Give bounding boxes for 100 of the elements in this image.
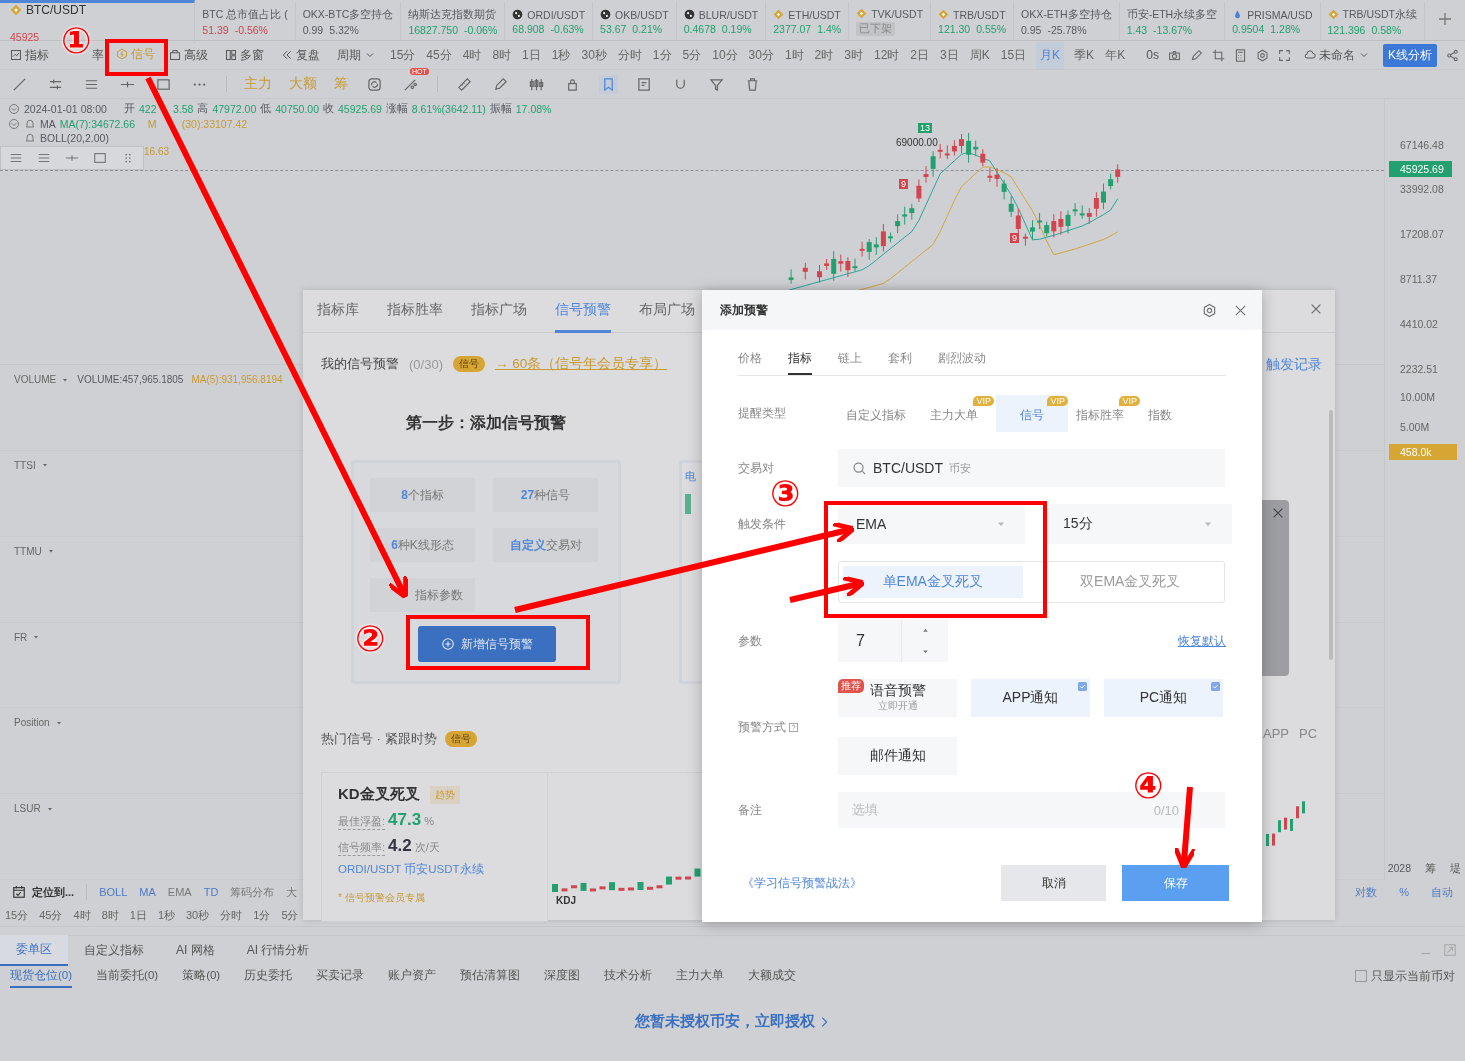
period-tab[interactable]: 15分 <box>389 44 417 66</box>
pencil-icon[interactable] <box>1190 48 1203 62</box>
period-tab[interactable]: 1日 <box>521 44 542 66</box>
panel-tab[interactable]: AI 行情分析 <box>230 935 326 965</box>
notify-option[interactable]: 推荐 语音预警 立即开通 <box>838 679 957 717</box>
period-tab[interactable]: 45分 <box>425 44 453 66</box>
indicator-selector[interactable]: TTMU <box>14 545 55 557</box>
panel-tab[interactable]: AI 网格 <box>160 935 231 965</box>
collapse-icon[interactable] <box>8 118 20 130</box>
orders-tab[interactable]: 策略(0) <box>182 964 221 988</box>
ticker-tab[interactable]: ORDI/USDT 68.908 -0.63% <box>505 0 594 40</box>
alert-category-tab[interactable]: 指标 <box>788 348 812 375</box>
trash-icon[interactable] <box>745 76 760 92</box>
period-tab[interactable]: 1分 <box>253 907 271 923</box>
indicator-toggle[interactable]: TD <box>203 886 219 898</box>
collapse-icon[interactable] <box>8 103 20 115</box>
alert-category-tab[interactable]: 价格 <box>738 348 762 375</box>
help-icon[interactable] <box>788 721 799 733</box>
pair-link[interactable]: ORDI/USDT 币安USDT永续 <box>338 862 484 877</box>
scale-option[interactable]: 自动 <box>1431 884 1453 900</box>
mode-option[interactable]: 双EMA金叉死叉 <box>1040 566 1220 598</box>
indicator-toggle[interactable]: 大 <box>286 884 298 900</box>
indicator-toggle[interactable]: BOLL <box>99 886 128 898</box>
close-icon[interactable] <box>1271 506 1285 520</box>
checkbox[interactable] <box>1355 970 1367 982</box>
ticker-tab[interactable]: PRISMA/USD 0.9504 1.28% <box>1225 0 1321 40</box>
period-tab[interactable]: 5分 <box>281 907 299 923</box>
alert-category-tab[interactable]: 套利 <box>888 348 912 375</box>
period-tab[interactable]: 1日 <box>129 907 147 923</box>
indicator-toggle[interactable]: 筹码分布 <box>230 884 275 900</box>
scrollbar[interactable] <box>1329 410 1333 660</box>
toolbar-button[interactable]: 周期 <box>333 46 380 64</box>
up-arrow-icon[interactable] <box>920 626 930 635</box>
indicator-toggle[interactable]: MA <box>139 886 156 898</box>
list-icon[interactable] <box>9 151 23 165</box>
candles-icon[interactable] <box>529 76 544 92</box>
panel-tab[interactable]: 指标库 <box>317 289 359 333</box>
bell-icon[interactable] <box>24 118 36 130</box>
kline-analysis-button[interactable]: K线分析 <box>1383 43 1437 67</box>
period-tab[interactable]: 12时 <box>873 44 901 66</box>
refresh-icon[interactable] <box>367 76 382 92</box>
alert-type-option[interactable]: 指数 <box>1142 395 1188 432</box>
period-tab[interactable]: 15日 <box>999 44 1028 66</box>
period-tab[interactable]: 1分 <box>651 44 673 66</box>
period-tab[interactable]: 4时 <box>461 44 483 66</box>
notify-option[interactable]: APP通知 <box>971 679 1090 717</box>
period-tab[interactable]: 周K <box>968 44 991 66</box>
camera-icon[interactable] <box>1168 48 1181 62</box>
rectangle-icon[interactable] <box>93 151 107 165</box>
period-tab[interactable]: 4时 <box>73 907 91 923</box>
filter-icon[interactable] <box>709 76 724 92</box>
trigger-log-link[interactable]: 触发记录 <box>1266 356 1322 374</box>
indicator-selector[interactable]: Position <box>14 717 63 729</box>
list-icon[interactable] <box>37 151 51 165</box>
alert-category-tab[interactable]: 剧烈波动 <box>938 348 986 375</box>
bookmark-icon[interactable] <box>601 76 616 92</box>
period-tab[interactable]: 45分 <box>39 907 63 923</box>
calculator-icon[interactable] <box>1234 48 1247 62</box>
learn-link[interactable]: 《学习信号预警战法》 <box>742 874 862 892</box>
ticker-tab[interactable]: ETH/USDT 2377.07 1.4% <box>766 0 850 40</box>
orders-tab[interactable]: 主力大单 <box>676 964 725 988</box>
panel-tab[interactable]: 指标广场 <box>471 289 527 333</box>
period-tab[interactable]: 30秒 <box>580 44 608 66</box>
panel-tab[interactable]: 指标胜率 <box>387 289 443 333</box>
signal-card[interactable]: KD金叉死叉 趋势 最佳浮盈: 47.3 % 信号频率: 4.2 次/天 ORDI/USDT 币安USDT永续 * 信号预警会员专属 <box>321 772 547 922</box>
ticker-tab[interactable]: BTC 总市值占比 ( 51.39 -0.56% <box>195 0 296 40</box>
panel-tab[interactable]: 自定义指标 <box>68 935 160 965</box>
toolbar-button[interactable]: 指标 <box>6 46 53 64</box>
pen-icon[interactable] <box>493 76 508 92</box>
period-tab[interactable]: 分时 <box>220 907 243 923</box>
indicator-selector[interactable]: LSUR <box>14 803 54 815</box>
ticker-tab[interactable]: TRB/USDT 121.30 0.55% <box>931 0 1014 40</box>
period-tab[interactable]: 年K <box>1104 44 1127 66</box>
axis-tool-button[interactable]: 筹 <box>1425 862 1436 876</box>
period-tab[interactable]: 15分 <box>5 907 29 923</box>
ticker-tab[interactable]: 纳斯达克指数期货 16827.750 -0.06% <box>401 0 506 40</box>
indicator-selector[interactable]: VOLUME <box>14 374 70 386</box>
layout-dropdown[interactable]: 未命名 <box>1300 46 1374 64</box>
period-tab[interactable]: 1秒 <box>157 907 175 923</box>
period-tab[interactable]: 8时 <box>101 907 119 923</box>
mode-option[interactable]: 单EMA金叉死叉 <box>843 566 1023 598</box>
period-tab[interactable]: 30分 <box>747 44 775 66</box>
notify-option[interactable]: PC通知 <box>1104 679 1223 717</box>
indicator-selector[interactable]: TTSI <box>14 459 49 471</box>
lock-icon[interactable] <box>565 76 580 92</box>
orders-tab[interactable]: 技术分析 <box>604 964 653 988</box>
period-tab[interactable]: 2时 <box>813 44 835 66</box>
panel-tab[interactable]: 委单区 <box>0 934 68 966</box>
orders-tab[interactable]: 现货仓位(0) <box>10 964 73 988</box>
period-tab[interactable]: 5分 <box>681 44 703 66</box>
axis-tool-button[interactable]: 堤 <box>1450 862 1461 876</box>
authorize-link[interactable]: 您暂未授权币安，立即授权 <box>634 1012 831 1031</box>
period-tab[interactable]: 1秒 <box>550 44 572 66</box>
line-icon[interactable] <box>12 76 27 92</box>
ticker-tab[interactable]: TRB/USDT永续 121.396 0.58% <box>1320 0 1425 40</box>
bell-icon[interactable] <box>24 132 36 144</box>
panel-tab[interactable]: 信号预警 <box>555 289 611 333</box>
panel-tab[interactable]: 布局广场 <box>639 289 695 333</box>
orders-tab[interactable]: 大额成交 <box>748 964 797 988</box>
locate-button[interactable]: 定位到... <box>12 884 75 900</box>
